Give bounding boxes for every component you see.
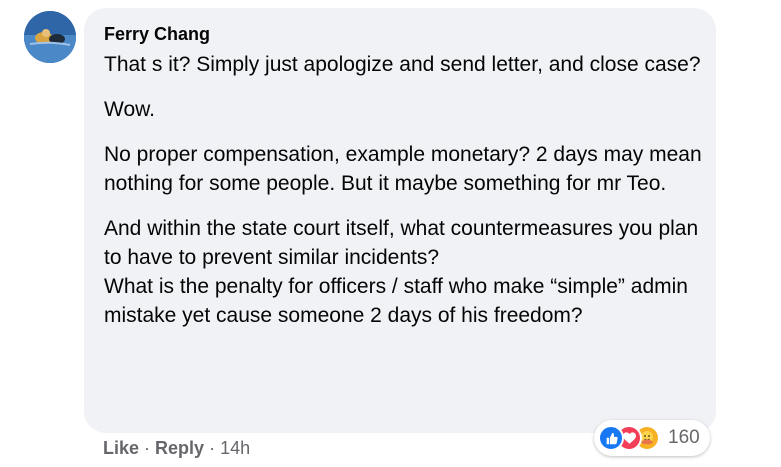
- comment-text: That s it? Simply just apologize and sen…: [104, 50, 704, 330]
- comment-actions: Like · Reply · 14h: [103, 438, 250, 459]
- timestamp[interactable]: 14h: [220, 438, 250, 458]
- comment-paragraph: And within the state court itself, what …: [104, 217, 699, 327]
- separator: ·: [209, 438, 216, 458]
- reactions-summary[interactable]: 160: [594, 420, 710, 456]
- reply-button[interactable]: Reply: [155, 438, 204, 458]
- comment-paragraph: Wow.: [104, 98, 155, 121]
- separator: ·: [144, 438, 151, 458]
- comment-bubble: Ferry Chang That s it? Simply just apolo…: [84, 8, 716, 433]
- comment: Ferry Chang That s it? Simply just apolo…: [0, 0, 781, 467]
- reaction-count: 160: [668, 427, 700, 448]
- avatar[interactable]: [24, 11, 76, 63]
- like-icon: [598, 425, 624, 451]
- comment-paragraph: That s it? Simply just apologize and sen…: [104, 53, 701, 76]
- author-name[interactable]: Ferry Chang: [104, 24, 210, 45]
- like-button[interactable]: Like: [103, 438, 139, 458]
- comment-paragraph: No proper compensation, example monetary…: [104, 143, 702, 195]
- avatar-image: [24, 11, 76, 63]
